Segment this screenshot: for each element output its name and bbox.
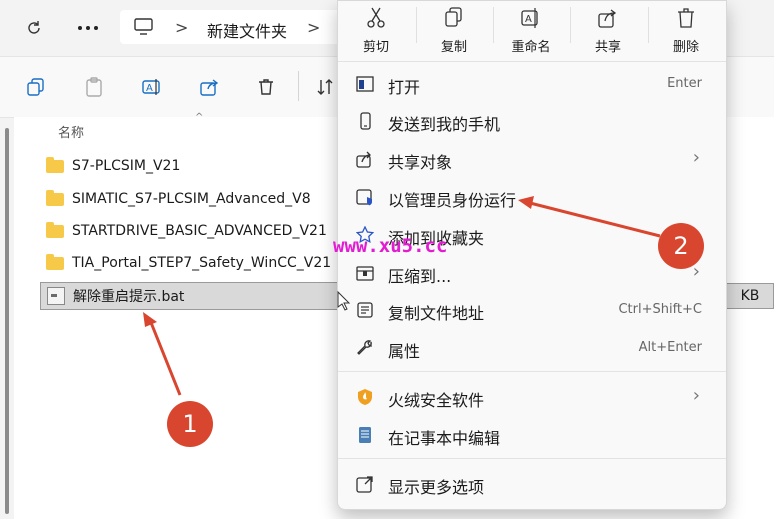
cut-button[interactable]: 剪切 bbox=[338, 1, 414, 57]
batch-file-icon bbox=[47, 287, 65, 305]
menu-item-edit-in-notepad[interactable]: 在记事本中编辑 bbox=[346, 417, 718, 453]
folder-icon bbox=[46, 221, 64, 238]
run-as-admin-icon bbox=[356, 188, 374, 206]
menu-item-label: 发送到我的手机 bbox=[388, 115, 501, 134]
file-size-cell: KB bbox=[726, 283, 774, 309]
menu-item-label: 压缩到... bbox=[388, 267, 452, 286]
folder-name: S7-PLCSIM_V21 bbox=[72, 158, 181, 174]
monitor-icon[interactable] bbox=[134, 18, 154, 40]
list-item[interactable]: SIMATIC_S7-PLCSIM_Advanced_V8 bbox=[40, 186, 340, 212]
menu-item-label: 共享对象 bbox=[388, 153, 453, 172]
trash-icon bbox=[678, 8, 694, 28]
breadcrumb-separator: > bbox=[175, 18, 189, 37]
navigation-scrollbar[interactable] bbox=[5, 128, 9, 514]
menu-divider bbox=[338, 61, 726, 62]
selected-file-row[interactable]: 解除重启提示.bat bbox=[40, 282, 342, 310]
delete-button[interactable]: 删除 bbox=[648, 1, 724, 57]
folder-icon bbox=[46, 189, 64, 206]
wrench-icon bbox=[356, 339, 374, 357]
share-label: 共享 bbox=[594, 40, 621, 55]
menu-item-send-to-phone[interactable]: 发送到我的手机 bbox=[346, 103, 718, 139]
list-item[interactable]: S7-PLCSIM_V21 bbox=[40, 153, 340, 179]
rename-icon: A bbox=[521, 8, 538, 28]
breadcrumb-folder[interactable]: 新建文件夹 bbox=[207, 18, 287, 42]
rename-button[interactable]: A 重命名 bbox=[493, 1, 569, 57]
step-badge-1: 1 bbox=[167, 401, 213, 447]
share-icon bbox=[356, 150, 374, 168]
expand-icon bbox=[356, 475, 374, 493]
folder-icon bbox=[46, 253, 64, 270]
menu-item-label: 在记事本中编辑 bbox=[388, 429, 501, 448]
watermark: www.xu5.cc bbox=[333, 235, 448, 257]
copy-label: 复制 bbox=[440, 40, 467, 55]
archive-icon bbox=[356, 264, 374, 282]
chevron-right-icon: › bbox=[692, 147, 700, 168]
menu-divider bbox=[338, 458, 726, 459]
share-button[interactable]: 共享 bbox=[570, 1, 646, 57]
menu-item-label: 复制文件地址 bbox=[388, 304, 485, 323]
svg-text:A: A bbox=[146, 83, 153, 94]
menu-item-open[interactable]: 打开 Enter bbox=[346, 66, 718, 102]
menu-item-shortcut: Ctrl+Shift+C bbox=[618, 302, 702, 317]
scissors-icon bbox=[367, 7, 385, 28]
refresh-icon[interactable] bbox=[20, 14, 48, 42]
copy-icon[interactable] bbox=[22, 73, 50, 101]
menu-item-label: 打开 bbox=[388, 78, 421, 97]
list-item[interactable]: STARTDRIVE_BASIC_ADVANCED_V21 bbox=[40, 218, 340, 244]
sort-icon[interactable] bbox=[312, 73, 340, 101]
menu-divider bbox=[338, 371, 726, 372]
list-item[interactable]: TIA_Portal_STEP7_Safety_WinCC_V21 bbox=[40, 250, 340, 276]
step-badge-2: 2 bbox=[658, 223, 704, 269]
delete-icon[interactable] bbox=[252, 73, 280, 101]
folder-icon bbox=[46, 156, 64, 173]
folder-name: SIMATIC_S7-PLCSIM_Advanced_V8 bbox=[72, 191, 311, 207]
rename-icon[interactable]: A bbox=[138, 73, 166, 101]
folder-name: STARTDRIVE_BASIC_ADVANCED_V21 bbox=[72, 223, 327, 239]
menu-item-huorong[interactable]: 火绒安全软件 › bbox=[346, 379, 718, 415]
menu-item-label: 属性 bbox=[388, 342, 421, 361]
folder-name: TIA_Portal_STEP7_Safety_WinCC_V21 bbox=[72, 255, 332, 271]
file-name: 解除重启提示.bat bbox=[73, 289, 185, 305]
menu-item-run-as-admin[interactable]: 以管理员身份运行 bbox=[346, 179, 718, 215]
share-icon bbox=[598, 9, 617, 28]
rename-label: 重命名 bbox=[511, 40, 551, 55]
copy-button[interactable]: 复制 bbox=[416, 1, 492, 57]
phone-icon bbox=[356, 112, 374, 130]
column-header-name[interactable]: 名称 bbox=[58, 122, 84, 141]
open-app-icon bbox=[356, 75, 374, 93]
breadcrumb[interactable]: > 新建文件夹 > bbox=[120, 10, 350, 44]
menu-item-properties[interactable]: 属性 Alt+Enter bbox=[346, 330, 718, 366]
menu-item-label: 以管理员身份运行 bbox=[388, 191, 517, 210]
menu-item-label: 显示更多选项 bbox=[388, 478, 485, 497]
notepad-icon bbox=[356, 426, 374, 444]
copy-path-icon bbox=[356, 301, 374, 319]
menu-item-show-more-options[interactable]: 显示更多选项 bbox=[346, 466, 718, 502]
menu-item-share-with[interactable]: 共享对象 › bbox=[346, 141, 718, 177]
sort-ascending-icon: ^ bbox=[195, 112, 204, 123]
menu-item-copy-path[interactable]: 复制文件地址 Ctrl+Shift+C bbox=[346, 292, 718, 328]
menu-item-shortcut: Enter bbox=[667, 76, 702, 91]
menu-item-shortcut: Alt+Enter bbox=[638, 340, 702, 355]
toolbar-divider bbox=[298, 71, 299, 101]
chevron-right-icon: › bbox=[692, 385, 700, 406]
huorong-shield-icon bbox=[356, 388, 374, 406]
svg-text:A: A bbox=[525, 14, 532, 25]
delete-label: 删除 bbox=[672, 40, 699, 55]
copy-icon bbox=[445, 7, 462, 27]
share-icon[interactable] bbox=[196, 73, 224, 101]
more-options-icon[interactable] bbox=[74, 14, 102, 42]
paste-icon[interactable] bbox=[80, 73, 108, 101]
menu-item-label: 火绒安全软件 bbox=[388, 391, 485, 410]
breadcrumb-separator-2: > bbox=[307, 18, 321, 37]
cut-label: 剪切 bbox=[362, 40, 389, 55]
